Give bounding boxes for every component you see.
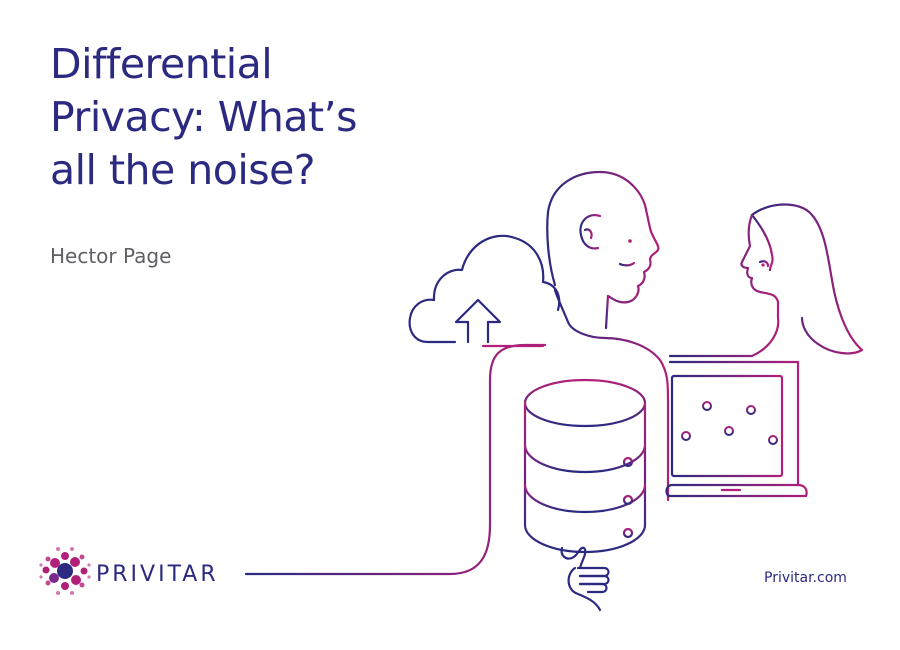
database-icon <box>523 378 647 554</box>
website-link[interactable]: Privitar.com <box>764 570 847 586</box>
brand-name: PRIVITAR <box>96 562 219 587</box>
man-profile-icon <box>546 170 670 502</box>
hand-icon <box>560 546 610 612</box>
woman-profile-icon <box>668 203 864 358</box>
laptop-icon <box>665 360 808 498</box>
illustration <box>39 170 864 612</box>
connector-line <box>244 343 547 576</box>
cloud-upload-icon <box>408 234 561 348</box>
sliders-icon <box>681 391 778 451</box>
privitar-logo-icon <box>39 547 91 595</box>
